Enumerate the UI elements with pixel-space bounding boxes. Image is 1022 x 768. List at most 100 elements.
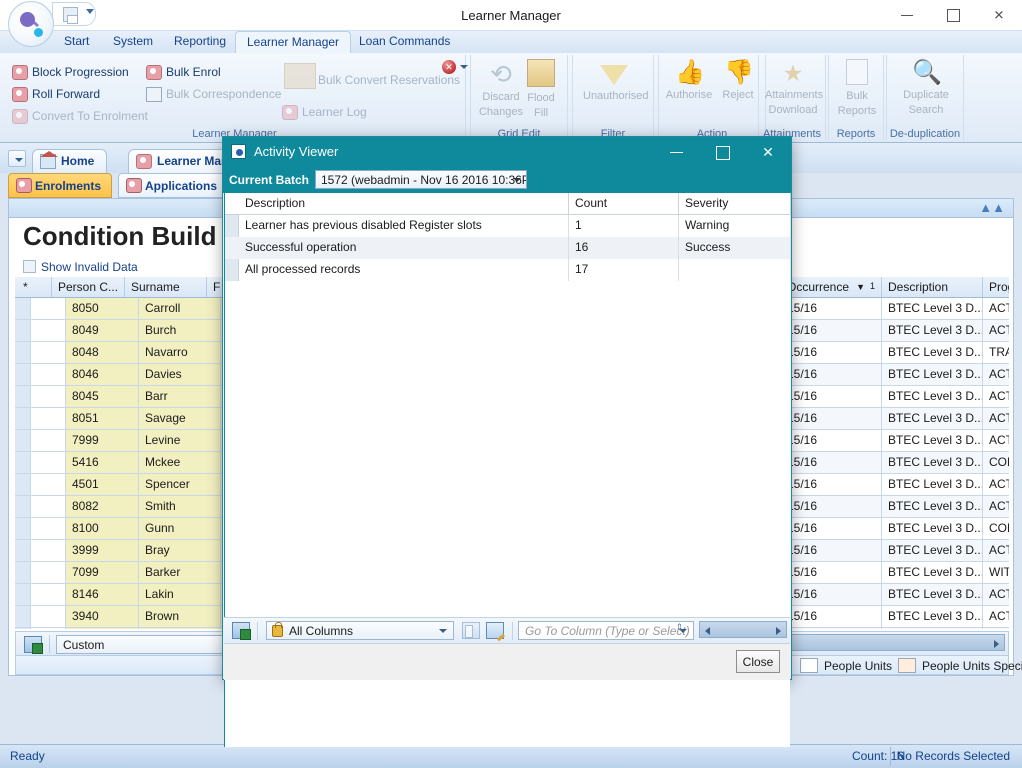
window-maximize-button[interactable]: [930, 0, 976, 30]
table-cell[interactable]: [15, 474, 31, 496]
show-invalid-data-checkbox[interactable]: Show Invalid Data: [23, 259, 138, 275]
table-cell[interactable]: [15, 298, 31, 320]
table-cell[interactable]: BTEC Level 3 D...: [882, 496, 983, 518]
table-cell[interactable]: [15, 430, 31, 452]
table-cell[interactable]: Mckee: [139, 452, 221, 474]
table-cell[interactable]: [31, 298, 66, 320]
scroll-grip-icon[interactable]: ⇕: [675, 623, 684, 632]
table-cell[interactable]: 15/16: [781, 364, 882, 386]
table-cell[interactable]: [15, 540, 31, 562]
ribbon-button-bulk-enrol[interactable]: Bulk Enrol: [146, 63, 221, 82]
table-cell[interactable]: ACTI: [983, 386, 1009, 408]
columns-select[interactable]: All Columns: [266, 621, 454, 640]
document-tab-dropdown-icon[interactable]: [8, 150, 26, 167]
activity-cell[interactable]: Successful operation: [239, 237, 569, 259]
table-cell[interactable]: [15, 364, 31, 386]
table-cell[interactable]: ACTI: [983, 408, 1009, 430]
table-cell[interactable]: Lakin: [139, 584, 221, 606]
activity-row[interactable]: Learner has previous disabled Register s…: [225, 215, 791, 237]
grid-column-header[interactable]: Surname: [125, 277, 207, 297]
table-cell[interactable]: TRAI: [983, 342, 1009, 364]
table-cell[interactable]: 7099: [66, 562, 139, 584]
table-cell[interactable]: BTEC Level 3 D...: [882, 430, 983, 452]
table-cell[interactable]: 15/16: [781, 474, 882, 496]
table-cell[interactable]: [15, 452, 31, 474]
table-cell[interactable]: Bray: [139, 540, 221, 562]
table-cell[interactable]: WITI: [983, 562, 1009, 584]
table-cell[interactable]: Barker: [139, 562, 221, 584]
ribbon-button-roll-forward[interactable]: Roll Forward: [12, 85, 100, 104]
table-cell[interactable]: [31, 606, 66, 628]
table-cell[interactable]: Spencer: [139, 474, 221, 496]
ribbon-button-block-progression[interactable]: Block Progression: [12, 63, 129, 82]
table-cell[interactable]: ACTI: [983, 320, 1009, 342]
table-cell[interactable]: 15/16: [781, 496, 882, 518]
ribbon-group-close-badge[interactable]: ✕: [442, 60, 456, 74]
table-cell[interactable]: Davies: [139, 364, 221, 386]
table-cell[interactable]: [15, 342, 31, 364]
dialog-title-bar[interactable]: Activity Viewer ✕: [223, 137, 791, 167]
table-cell[interactable]: [31, 540, 66, 562]
activity-viewer-dialog[interactable]: Activity Viewer ✕ Current Batch 1572 (we…: [222, 136, 792, 747]
table-cell[interactable]: [31, 386, 66, 408]
activity-column-header[interactable]: Description: [239, 193, 569, 214]
table-cell[interactable]: Burch: [139, 320, 221, 342]
table-cell[interactable]: 15/16: [781, 386, 882, 408]
app-orb-icon[interactable]: [8, 1, 54, 47]
activity-cell[interactable]: Learner has previous disabled Register s…: [239, 215, 569, 237]
table-cell[interactable]: [15, 606, 31, 628]
table-cell[interactable]: BTEC Level 3 D...: [882, 606, 983, 628]
table-cell[interactable]: 8082: [66, 496, 139, 518]
table-cell[interactable]: [15, 320, 31, 342]
table-cell[interactable]: Smith: [139, 496, 221, 518]
table-cell[interactable]: 8050: [66, 298, 139, 320]
grid-column-header[interactable]: *: [17, 277, 52, 297]
table-cell[interactable]: BTEC Level 3 D...: [882, 584, 983, 606]
activity-cell[interactable]: 17: [569, 259, 679, 281]
document-tab-home[interactable]: Home: [32, 149, 108, 173]
close-button[interactable]: Close: [736, 650, 780, 673]
table-cell[interactable]: COM: [983, 452, 1009, 474]
table-cell[interactable]: ACTI: [983, 474, 1009, 496]
table-cell[interactable]: Levine: [139, 430, 221, 452]
table-cell[interactable]: BTEC Level 3 D...: [882, 518, 983, 540]
table-cell[interactable]: 8046: [66, 364, 139, 386]
table-cell[interactable]: BTEC Level 3 D...: [882, 386, 983, 408]
table-cell[interactable]: ACTI: [983, 298, 1009, 320]
table-cell[interactable]: 15/16: [781, 628, 882, 629]
table-cell[interactable]: 15/16: [781, 298, 882, 320]
layout-select[interactable]: Custom: [56, 635, 244, 654]
table-cell[interactable]: 15/16: [781, 540, 882, 562]
table-cell[interactable]: Navarro: [139, 342, 221, 364]
table-cell[interactable]: 8049: [66, 320, 139, 342]
scroll-right-icon[interactable]: [994, 640, 999, 648]
table-cell[interactable]: [15, 584, 31, 606]
activity-row[interactable]: Successful operation 16 Success: [225, 237, 791, 259]
ribbon-group-dropdown-icon[interactable]: [460, 65, 468, 69]
current-batch-select[interactable]: 1572 (webadmin - Nov 16 2016 10:36PM) [1…: [315, 170, 527, 189]
activity-cell[interactable]: 1: [569, 215, 679, 237]
table-cell[interactable]: 15/16: [781, 518, 882, 540]
ribbon-tab-learner-manager[interactable]: Learner Manager: [235, 31, 352, 53]
table-cell[interactable]: BTEC Level 3 D...: [882, 320, 983, 342]
table-cell[interactable]: [31, 474, 66, 496]
ribbon-tab-loan-commands[interactable]: Loan Commands: [348, 31, 461, 53]
tab-enrolments[interactable]: Enrolments: [8, 173, 113, 198]
table-cell[interactable]: BTEC Level 3 D...: [882, 474, 983, 496]
tab-applications[interactable]: Applications: [118, 173, 229, 198]
export-to-excel-icon[interactable]: [24, 636, 43, 654]
table-cell[interactable]: [15, 408, 31, 430]
table-cell[interactable]: 15/16: [781, 342, 882, 364]
export-to-excel-icon[interactable]: [232, 622, 251, 640]
table-cell[interactable]: 15/16: [781, 584, 882, 606]
table-cell[interactable]: ACTI: [983, 584, 1009, 606]
table-cell[interactable]: BTEC Level 3 D...: [882, 342, 983, 364]
table-cell[interactable]: ACTI: [983, 606, 1009, 628]
table-cell[interactable]: BTEC Level 3 D...: [882, 298, 983, 320]
table-cell[interactable]: ACTI: [983, 364, 1009, 386]
grid-column-header[interactable]: Person C...: [52, 277, 125, 297]
table-cell[interactable]: 8100: [66, 518, 139, 540]
activity-cell[interactable]: Success: [679, 237, 791, 259]
table-cell[interactable]: BTEC Level 3 D...: [882, 364, 983, 386]
table-cell[interactable]: BTEC Level 3 D...: [882, 628, 983, 629]
